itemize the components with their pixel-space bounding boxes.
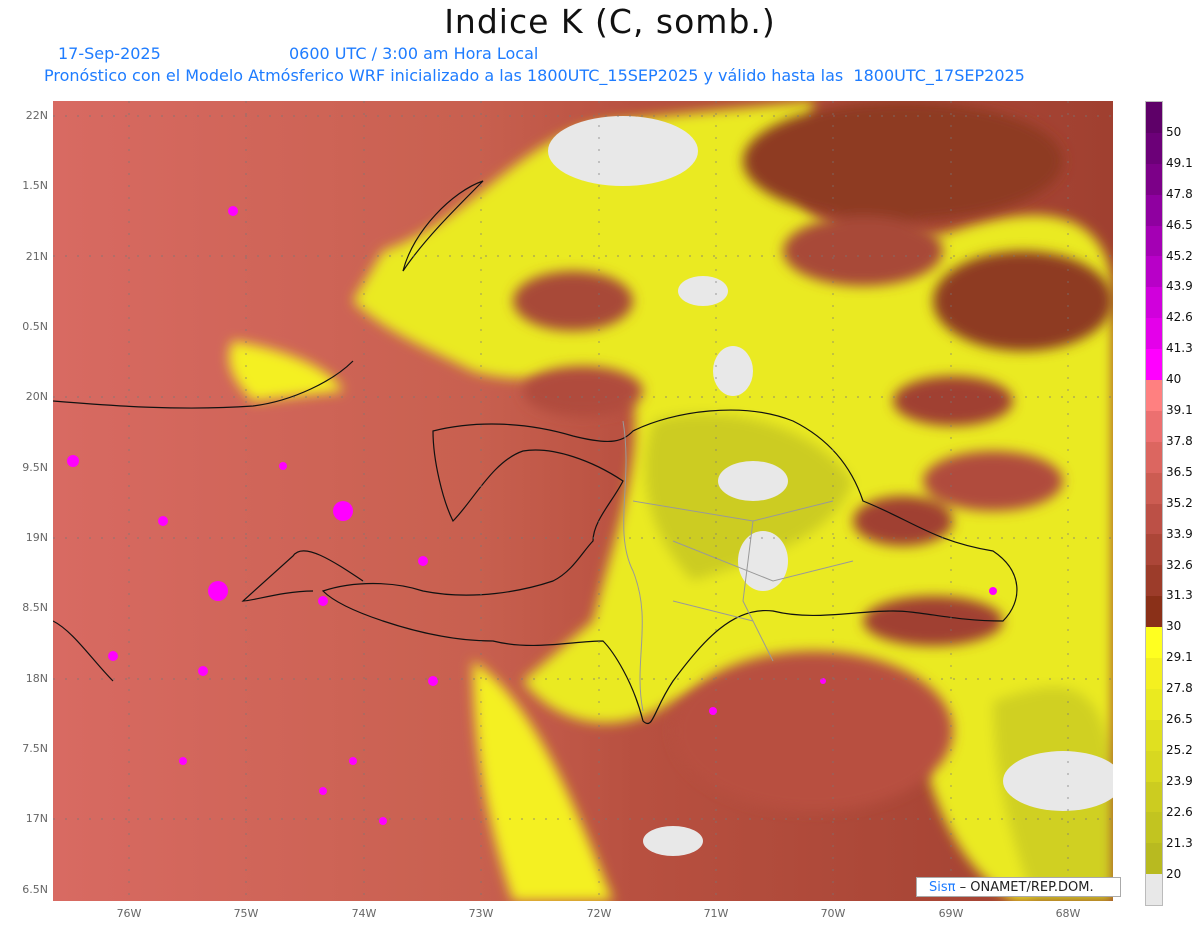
colorbar-label: 39.1: [1166, 403, 1193, 417]
lat-label: 7.5N: [22, 742, 48, 755]
colorbar-segment: [1146, 534, 1162, 566]
lat-label: 21N: [25, 250, 48, 263]
colorbar-label: 20: [1166, 866, 1182, 881]
colorbar-segment: [1146, 287, 1162, 319]
colorbar-segment: [1146, 843, 1162, 875]
colorbar-label: 36.5: [1166, 464, 1193, 479]
lat-label: 19N: [25, 531, 48, 544]
colorbar-label: 21.3: [1166, 835, 1193, 850]
colorbar-label: 26.5: [1166, 712, 1193, 726]
brand-sis: Sis: [929, 880, 948, 895]
colorbar-label: 50: [1166, 124, 1182, 139]
lat-label: 6.5N: [22, 883, 48, 896]
colorbar-label: 35.2: [1166, 495, 1193, 510]
colorbar-segment: [1146, 812, 1162, 844]
colorbar-label: 37.8: [1166, 433, 1193, 448]
forecast-description: Pronóstico con el Modelo Atmósferico WRF…: [44, 66, 1025, 85]
colorbar-segment: [1146, 596, 1162, 628]
colorbar-segment: [1146, 874, 1162, 906]
lon-label: 72W: [586, 907, 612, 920]
forecast-date: 17-Sep-2025: [58, 44, 161, 63]
lon-label: 75W: [233, 907, 259, 920]
colorbar-segment: [1146, 225, 1162, 257]
colorbar-label: 33.9: [1166, 526, 1193, 541]
lon-label: 73W: [468, 907, 494, 920]
lon-label: 69W: [938, 907, 964, 920]
credit-box: Sisπ – ONAMET/REP.DOM.: [916, 877, 1121, 897]
colorbar-segment: [1146, 410, 1162, 442]
colorbar-label: 49.1: [1166, 155, 1193, 170]
colorbar-segment: [1146, 719, 1162, 751]
lon-label: 76W: [116, 907, 142, 920]
colorbar-label: 27.8: [1166, 681, 1193, 696]
k-index-map: [53, 101, 1113, 901]
lon-label: 68W: [1055, 907, 1081, 920]
colorbar-label: 30: [1166, 619, 1182, 634]
lat-label: 18N: [25, 672, 48, 685]
colorbar-segment: [1146, 565, 1162, 597]
credit-text: – ONAMET/REP.DOM.: [955, 880, 1094, 895]
lat-label: 8.5N: [22, 601, 48, 614]
colorbar-segment: [1146, 441, 1162, 473]
lat-label: 22N: [25, 109, 48, 122]
colorbar-label: 43.9: [1166, 279, 1193, 294]
colorbar-segment: [1146, 750, 1162, 782]
colorbar-label: 22.6: [1166, 804, 1193, 819]
colorbar-segment: [1146, 349, 1162, 381]
lat-label: 20N: [25, 390, 48, 403]
colorbar-segment: [1146, 256, 1162, 288]
colorbar-label: 41.3: [1166, 341, 1193, 356]
lat-label: 0.5N: [22, 320, 48, 333]
colorbar-label: 45.2: [1166, 248, 1193, 263]
lat-label: 1.5N: [22, 179, 48, 192]
colorbar-label: 23.9: [1166, 773, 1193, 788]
lat-label: 17N: [25, 812, 48, 825]
colorbar-label: 32.6: [1166, 557, 1193, 572]
colorbar-label: 29.1: [1166, 650, 1193, 665]
colorbar-segment: [1146, 194, 1162, 226]
colorbar-segment: [1146, 132, 1162, 164]
colorbar-label: 42.6: [1166, 310, 1193, 325]
colorbar-segment: [1146, 781, 1162, 813]
map-title: Indice K (C, somb.): [444, 2, 776, 41]
colorbar-segment: [1146, 472, 1162, 504]
colorbar-segment: [1146, 627, 1162, 659]
colorbar-segment: [1146, 658, 1162, 689]
colorbar-label: 25.2: [1166, 742, 1193, 757]
colorbar-label: 46.5: [1166, 217, 1193, 232]
colorbar-segment: [1146, 163, 1162, 195]
colorbar-segment: [1146, 380, 1162, 411]
colorbar-label: 31.3: [1166, 588, 1193, 603]
colorbar-segment: [1146, 503, 1162, 535]
forecast-time: 0600 UTC / 3:00 am Hora Local: [289, 44, 539, 63]
colorbar-segment: [1146, 688, 1162, 720]
colorbar-label: 47.8: [1166, 186, 1193, 201]
lon-label: 74W: [351, 907, 377, 920]
lon-label: 71W: [703, 907, 729, 920]
colorbar-segment: [1146, 102, 1162, 133]
colorbar-label: 40: [1166, 372, 1182, 387]
lat-label: 9.5N: [22, 461, 48, 474]
colorbar: [1145, 101, 1163, 907]
colorbar-segment: [1146, 318, 1162, 350]
lon-label: 70W: [820, 907, 846, 920]
